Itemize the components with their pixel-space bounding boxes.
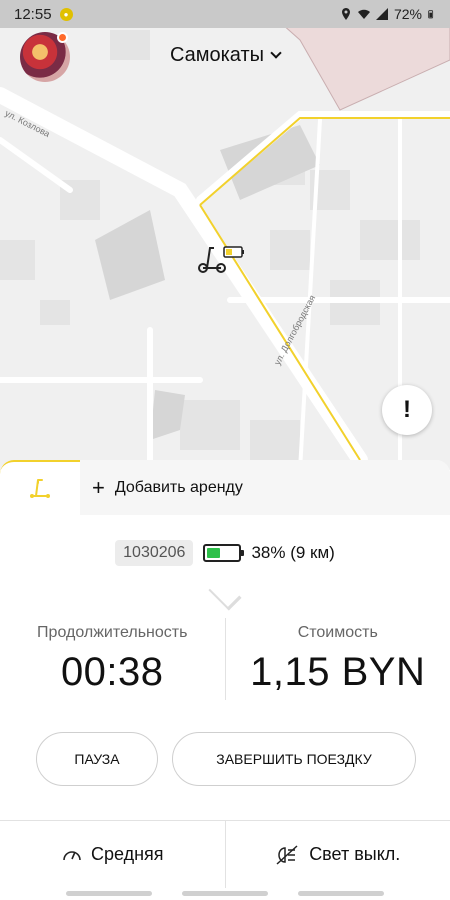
expand-chevron-icon[interactable]: [208, 587, 244, 601]
duration-label: Продолжительность: [37, 624, 188, 641]
battery-icon: [428, 10, 434, 19]
status-bar: 12:55 ● 72%: [0, 0, 450, 28]
map-canvas[interactable]: [0, 0, 450, 470]
speed-mode-button[interactable]: Средняя: [0, 821, 225, 888]
notification-icon: ●: [59, 7, 73, 21]
signal-icon: [375, 8, 388, 20]
exclamation-icon: !: [403, 396, 411, 423]
cost-value: 1,15 BYN: [250, 650, 426, 694]
chevron-down-icon: [270, 47, 282, 59]
rental-sheet: + Добавить аренду 1030206 38% (9 км) Про…: [0, 460, 450, 900]
battery-text: 38% (9 км): [251, 543, 335, 562]
speed-mode-label: Средняя: [90, 844, 164, 864]
add-rental-button[interactable]: + Добавить аренду: [80, 460, 450, 515]
wifi-icon: [357, 9, 370, 19]
location-icon: [341, 8, 350, 20]
rental-stats: Продолжительность 00:38 Стоимость 1,15 B…: [0, 618, 450, 700]
light-toggle-button[interactable]: Свет выкл.: [224, 821, 450, 888]
scooter-info: 1030206 38% (9 км): [0, 540, 450, 566]
vehicle-type-label: Самокаты: [169, 44, 265, 66]
nav-recent-icon[interactable]: [66, 891, 152, 896]
status-icons: 72%: [340, 6, 436, 22]
status-time: 12:55: [14, 5, 52, 23]
map[interactable]: ул. Козлова ул. Долгобродская: [0, 0, 450, 470]
plus-icon: +: [92, 474, 105, 500]
duration-value: 00:38: [60, 650, 164, 694]
tab-active-rental[interactable]: [0, 460, 80, 515]
add-rental-label: Добавить аренду: [114, 478, 243, 496]
battery-level-icon: [203, 544, 245, 562]
nav-home-icon[interactable]: [182, 891, 268, 896]
speedometer-icon: [63, 850, 81, 860]
ride-actions: ПАУЗА ЗАВЕРШИТЬ ПОЕЗДКУ: [36, 732, 416, 786]
rental-tabs: + Добавить аренду: [0, 460, 450, 515]
battery-percent: 72%: [393, 6, 422, 22]
light-label: Свет выкл.: [309, 844, 401, 864]
avatar-notification-badge: [57, 32, 68, 43]
scooter-id: 1030206: [115, 540, 194, 566]
scooter-map-marker[interactable]: [196, 244, 250, 283]
cost-stat: Стоимость 1,15 BYN: [224, 618, 450, 700]
vehicle-type-dropdown[interactable]: Самокаты: [0, 44, 450, 67]
nav-back-icon[interactable]: [298, 891, 384, 896]
finish-ride-button[interactable]: ЗАВЕРШИТЬ ПОЕЗДКУ: [172, 732, 416, 786]
report-issue-button[interactable]: !: [382, 385, 432, 435]
light-off-icon: [276, 844, 298, 865]
bottom-toolbar: Средняя Свет выкл.: [0, 820, 450, 888]
pause-button[interactable]: ПАУЗА: [36, 732, 158, 786]
cost-label: Стоимость: [297, 624, 378, 641]
scooter-tab-icon: [30, 478, 50, 498]
battery-fill: [207, 548, 221, 558]
duration-stat: Продолжительность 00:38: [0, 618, 225, 700]
scooter-icon: [198, 246, 244, 273]
